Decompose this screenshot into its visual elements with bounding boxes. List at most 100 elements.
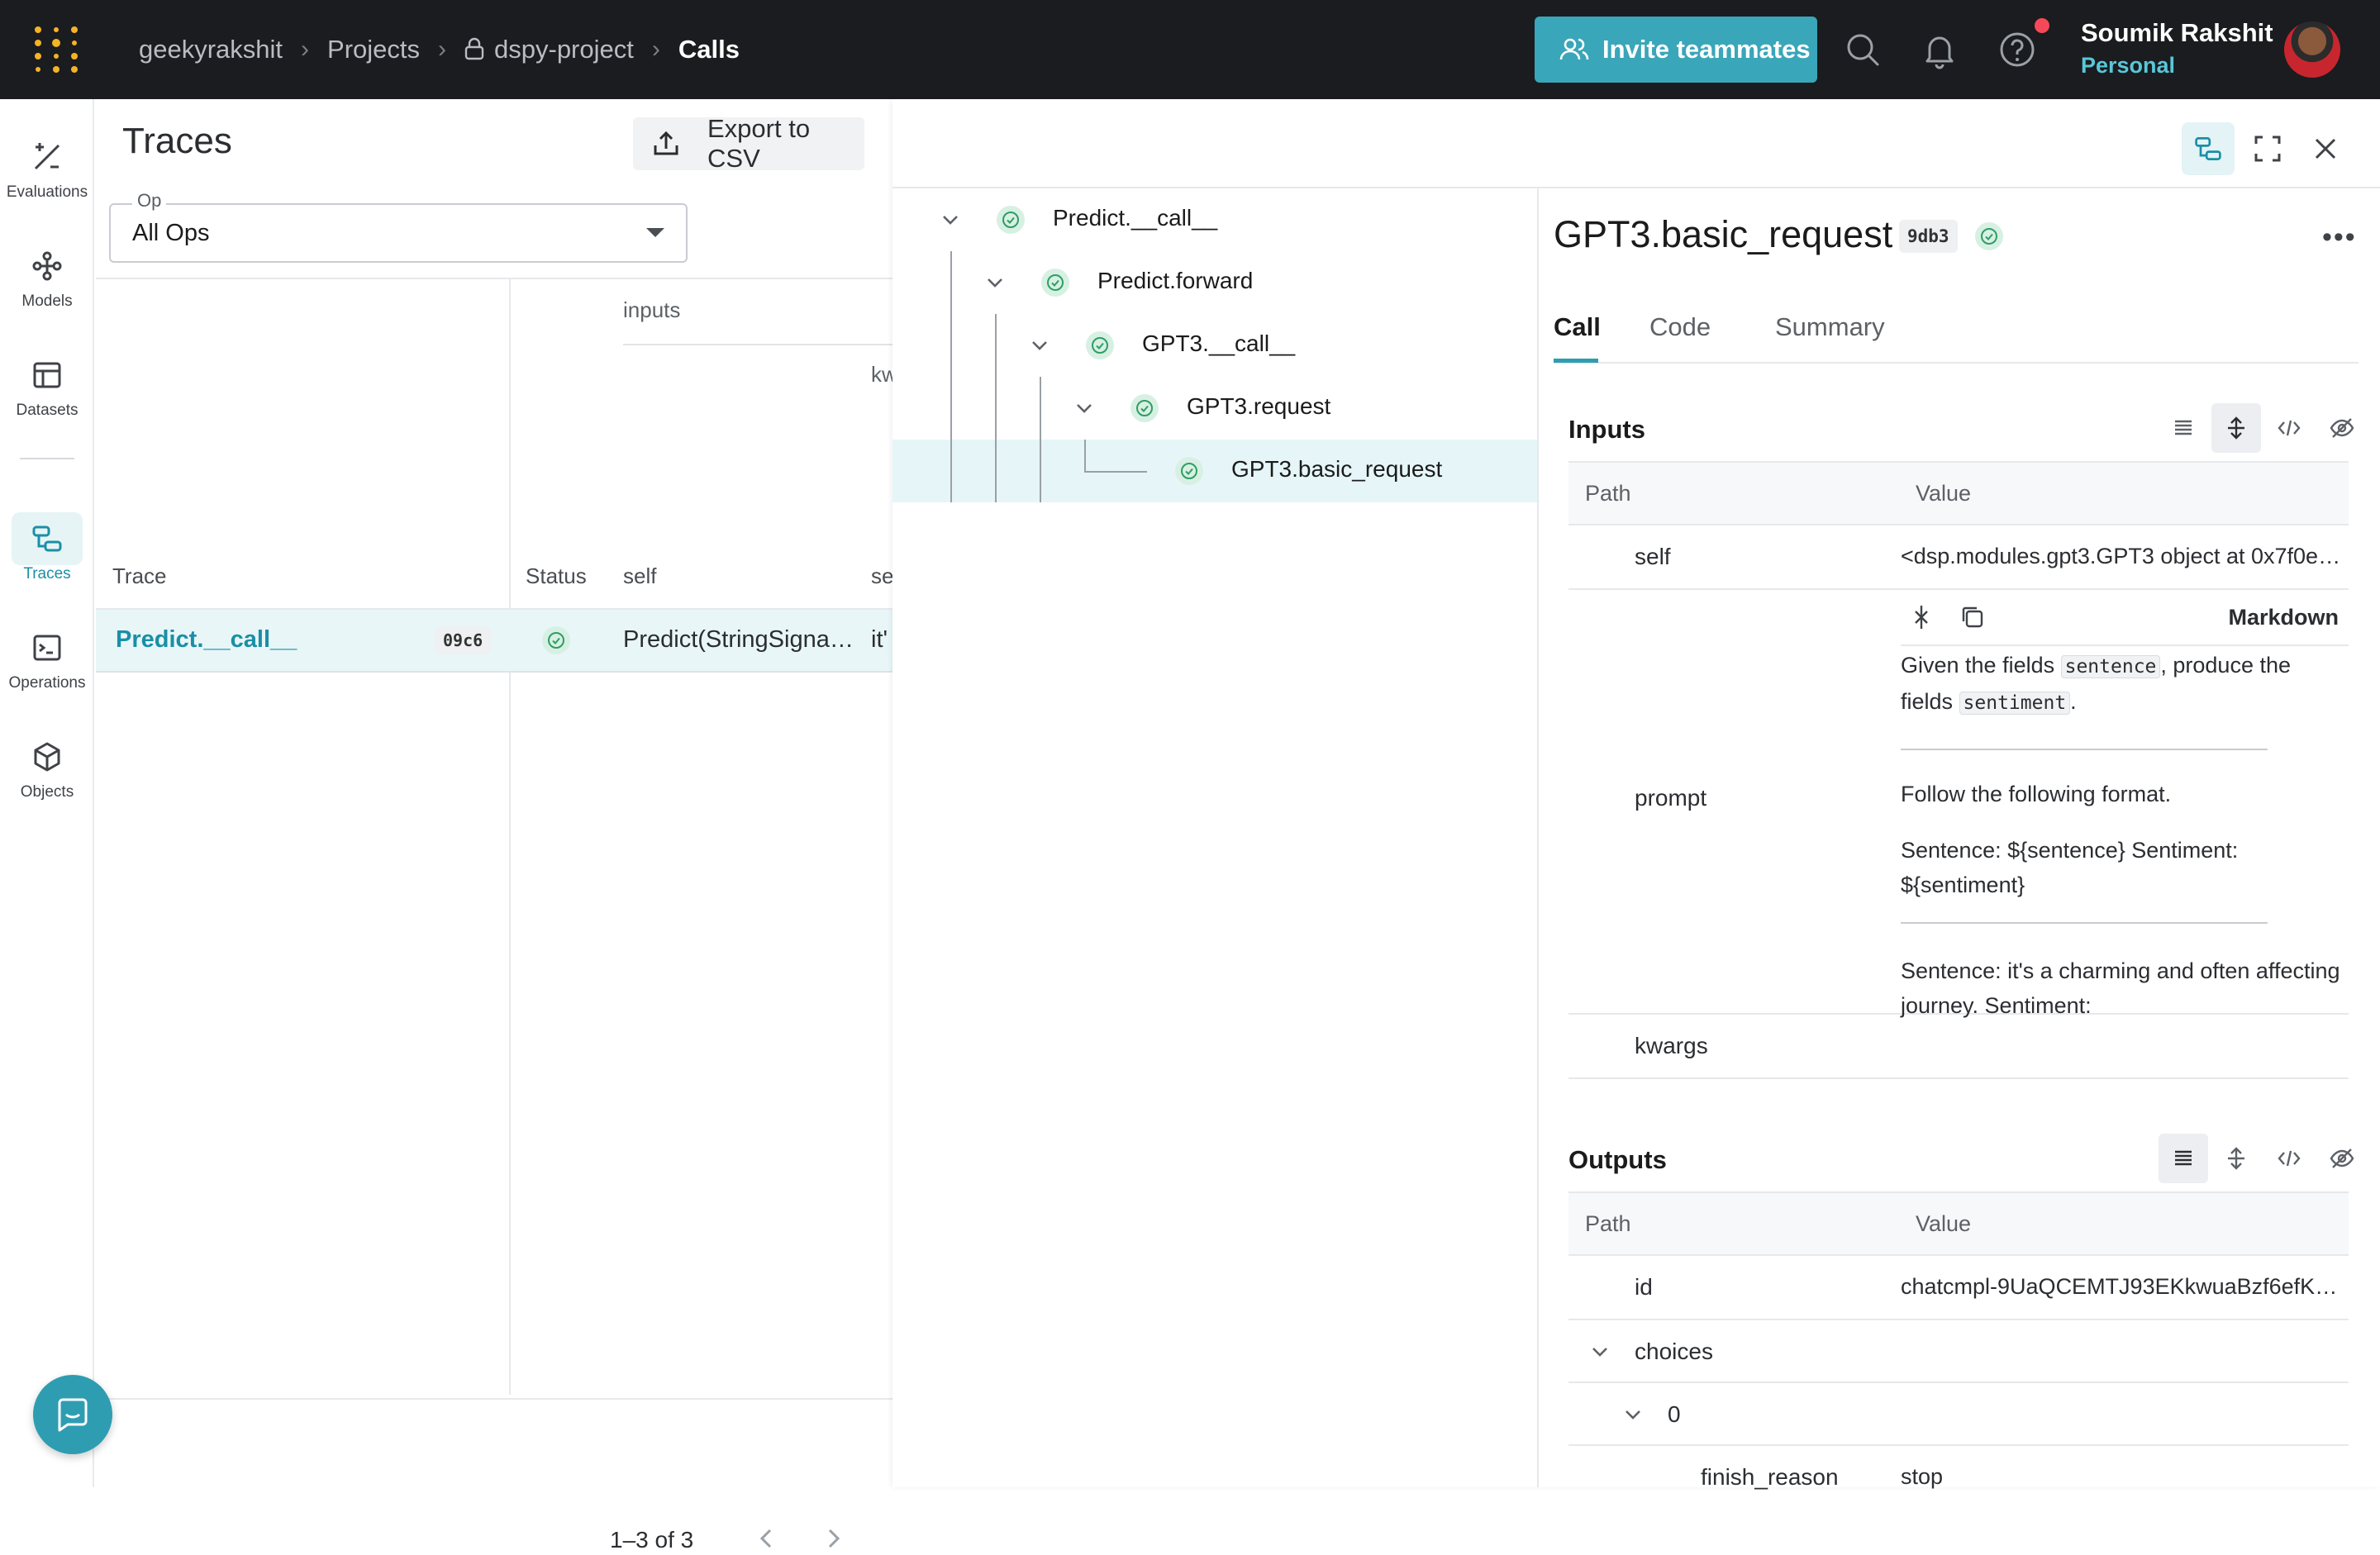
- chevron-down-icon[interactable]: [1588, 1340, 1611, 1363]
- tree-node-label: Predict.__call__: [1053, 205, 1218, 231]
- outputs-section-title: Outputs: [1568, 1145, 1667, 1174]
- call-tree: Predict.__call__ Predict.forward GPT3.__…: [892, 188, 1539, 1487]
- success-status-icon: [1086, 331, 1114, 359]
- active-tab-indicator: [1554, 359, 1598, 363]
- breadcrumb-projects[interactable]: Projects: [327, 35, 420, 64]
- path-header: Path: [1585, 481, 1631, 506]
- sidebar-item-operations[interactable]: Operations: [0, 616, 94, 707]
- tab-code[interactable]: Code: [1649, 312, 1711, 342]
- sidebar-item-label: Traces: [23, 565, 71, 583]
- tree-node[interactable]: GPT3.request: [892, 377, 1537, 440]
- copy-icon[interactable]: [1959, 603, 1987, 631]
- chevron-right-icon[interactable]: [816, 1522, 850, 1555]
- tree-node[interactable]: Predict.__call__: [892, 188, 1537, 251]
- kv-row-id: id chatcmpl-9UaQCEMTJ93EKkwuaBzf6efKm…: [1568, 1256, 2349, 1320]
- success-status-icon: [1041, 269, 1069, 297]
- list-view-button[interactable]: [2159, 403, 2208, 453]
- breadcrumb-entity[interactable]: geekyrakshit: [139, 35, 283, 64]
- invite-teammates-button[interactable]: Invite teammates: [1535, 17, 1817, 83]
- chevron-left-icon[interactable]: [750, 1522, 783, 1555]
- hide-button[interactable]: [2317, 403, 2367, 453]
- trace-tree-toggle-button[interactable]: [2182, 122, 2235, 175]
- pagination-count: 1–3 of 3: [610, 1527, 694, 1553]
- column-header-se[interactable]: se: [871, 564, 893, 589]
- code-icon: [2278, 1150, 2301, 1167]
- key-choices: choices: [1635, 1339, 1713, 1364]
- more-options-icon[interactable]: •••: [2322, 221, 2357, 254]
- chevron-down-icon[interactable]: [1073, 397, 1096, 420]
- user-name[interactable]: Soumik Rakshit: [2081, 18, 2273, 48]
- chat-support-button[interactable]: [33, 1375, 112, 1454]
- sidebar-item-models[interactable]: Models: [0, 235, 94, 326]
- list-view-button[interactable]: [2159, 1134, 2208, 1183]
- code-view-button[interactable]: [2264, 1134, 2314, 1183]
- table-row[interactable]: Predict.__call__ 09c6 Predict(StringSign…: [96, 610, 892, 673]
- op-filter-select[interactable]: All Ops: [109, 203, 688, 263]
- kv-row-choices[interactable]: choices: [1568, 1320, 2349, 1383]
- fullscreen-button[interactable]: [2241, 122, 2294, 175]
- eye-off-icon: [2330, 418, 2354, 438]
- drawer-toolbar: [892, 99, 2380, 188]
- trace-id-badge: 09c6: [435, 626, 492, 654]
- tree-node[interactable]: GPT3.__call__: [892, 314, 1537, 377]
- prompt-paragraph-4: Sentence: it's a charming and often affe…: [1901, 958, 2340, 1018]
- expand-rows-button[interactable]: [2211, 403, 2261, 453]
- chevron-down-icon[interactable]: [983, 271, 1007, 294]
- tab-call[interactable]: Call: [1554, 312, 1601, 342]
- sidebar-item-label: Objects: [20, 783, 74, 801]
- kv-row-choice-0[interactable]: 0: [1568, 1383, 2349, 1446]
- code-view-button[interactable]: [2264, 403, 2314, 453]
- notification-dot: [2035, 18, 2049, 33]
- markdown-rule: [1901, 749, 2268, 750]
- success-status-icon: [1175, 457, 1203, 485]
- hide-button[interactable]: [2317, 1134, 2367, 1183]
- pagination-border: [96, 1398, 892, 1400]
- sidebar-item-evaluations[interactable]: Evaluations: [0, 126, 94, 216]
- close-drawer-button[interactable]: [2299, 122, 2352, 175]
- success-status-icon: [1975, 222, 2003, 250]
- column-group-divider: [623, 344, 896, 345]
- list-icon: [2175, 1150, 2192, 1166]
- markdown-toolbar: Markdown: [1901, 590, 2349, 646]
- breadcrumb-project[interactable]: dspy-project: [464, 35, 634, 64]
- sidebar-item-datasets[interactable]: Datasets: [0, 344, 94, 435]
- key-id: id: [1635, 1274, 1653, 1300]
- user-account[interactable]: Personal: [2081, 53, 2175, 78]
- expand-rows-button[interactable]: [2211, 1134, 2261, 1183]
- export-label: Export to CSV: [707, 114, 811, 173]
- detail-tabs: Call Code Summary: [1554, 312, 2359, 364]
- tree-node-selected[interactable]: GPT3.basic_request: [892, 440, 1537, 502]
- search-icon[interactable]: [1843, 30, 1883, 69]
- invite-label: Invite teammates: [1602, 35, 1811, 64]
- column-header-self[interactable]: self: [623, 564, 656, 589]
- help-icon[interactable]: [1997, 30, 2037, 69]
- wandb-logo-icon[interactable]: [31, 25, 81, 74]
- markdown-format-label[interactable]: Markdown: [2228, 605, 2339, 630]
- prompt-paragraph-1: Given the fields sentence, produce the f…: [1901, 648, 2347, 720]
- call-title: GPT3.basic_request: [1554, 213, 1893, 255]
- value-id: chatcmpl-9UaQCEMTJ93EKkwuaBzf6efKm…: [1901, 1274, 2347, 1299]
- column-header-status[interactable]: Status: [526, 564, 587, 589]
- models-icon: [32, 251, 62, 281]
- avatar[interactable]: [2284, 21, 2340, 78]
- bell-icon[interactable]: [1920, 30, 1959, 69]
- tree-node-label: GPT3.basic_request: [1231, 456, 1443, 482]
- chevron-down-icon[interactable]: [1621, 1403, 1645, 1426]
- sidebar-item-traces[interactable]: Traces: [0, 507, 94, 598]
- prompt-text: fields: [1901, 689, 1959, 714]
- trace-link[interactable]: Predict.__call__: [116, 626, 297, 654]
- chevron-down-icon[interactable]: [939, 208, 962, 231]
- column-header-trace[interactable]: Trace: [112, 564, 167, 589]
- chevron-down-icon[interactable]: [1028, 334, 1051, 357]
- tree-node-label: GPT3.request: [1187, 393, 1331, 419]
- sidebar-item-objects[interactable]: Objects: [0, 725, 94, 816]
- tree-connector: [1084, 440, 1086, 471]
- code-icon: [2278, 420, 2301, 436]
- call-id-badge[interactable]: 9db3: [1899, 220, 1958, 253]
- close-icon: [2315, 138, 2336, 159]
- sidebar-divider: [20, 458, 74, 459]
- wrap-icon[interactable]: [1907, 603, 1935, 631]
- tab-summary[interactable]: Summary: [1775, 312, 1885, 342]
- tree-node[interactable]: Predict.forward: [892, 251, 1537, 314]
- export-csv-button[interactable]: Export to CSV: [633, 114, 864, 173]
